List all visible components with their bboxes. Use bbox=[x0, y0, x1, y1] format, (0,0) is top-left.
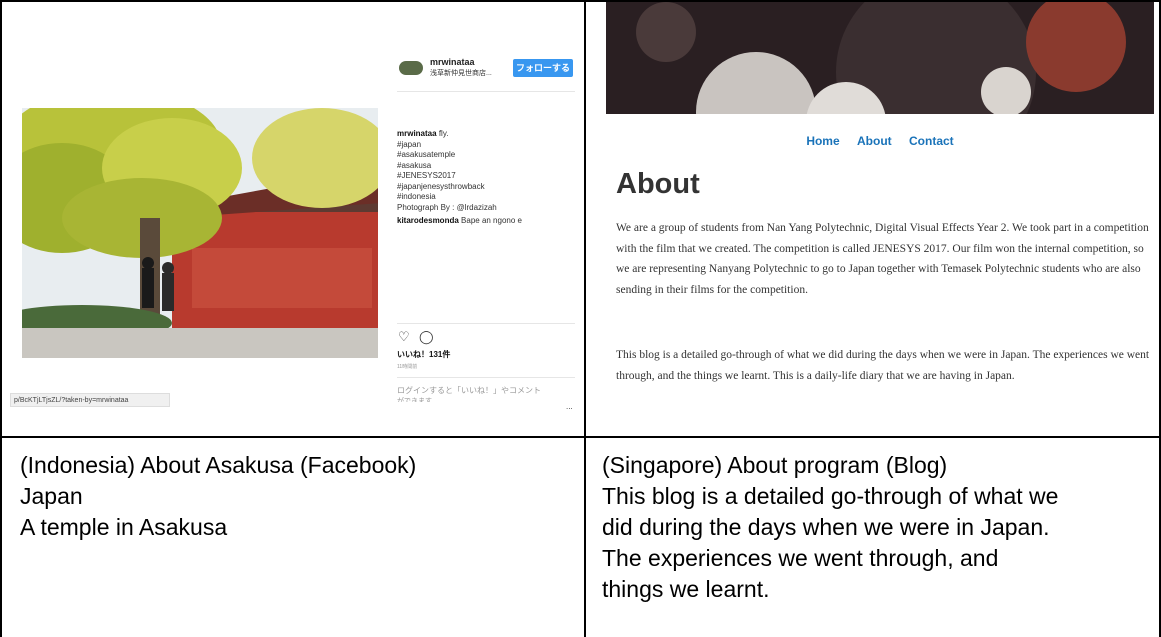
caption-line: (Singapore) About program (Blog) bbox=[602, 452, 948, 478]
nav-contact[interactable]: Contact bbox=[909, 134, 954, 148]
instagram-location[interactable]: 浅草新仲見世商店... bbox=[430, 68, 492, 78]
caption-line: The experiences we went through, and bbox=[602, 545, 999, 571]
blog-page: Home About Contact About We are a group … bbox=[606, 2, 1154, 434]
blog-paragraph: We are a group of students from Nan Yang… bbox=[616, 222, 1149, 296]
caption-text: (Indonesia) About Asakusa (Facebook) Jap… bbox=[20, 450, 416, 543]
hashtag[interactable]: #JENESYS2017 bbox=[397, 171, 522, 182]
divider bbox=[397, 323, 575, 324]
caption-username[interactable]: mrwinataa bbox=[397, 129, 437, 138]
photo-credit: Photograph By : @lrdazizah bbox=[397, 202, 497, 212]
caption-line: did during the days when we were in Japa… bbox=[602, 514, 1050, 540]
blog-paragraph: This blog is a detailed go-through of wh… bbox=[616, 349, 1150, 382]
caption-first-text: fly. bbox=[438, 129, 449, 138]
instagram-post: mrwinataa 浅草新仲見世商店... フォローする mrwinataa f… bbox=[10, 47, 579, 411]
post-time: 11時間前 bbox=[397, 364, 418, 370]
login-prompt-tail: ができます bbox=[397, 398, 432, 402]
cell-instagram-screenshot: mrwinataa 浅草新仲見世商店... フォローする mrwinataa f… bbox=[0, 0, 586, 438]
hashtag[interactable]: #asakusatemple bbox=[397, 150, 522, 161]
cell-blog-screenshot: Home About Contact About We are a group … bbox=[584, 0, 1161, 438]
page-title: About bbox=[616, 168, 700, 200]
comment-icon[interactable]: ◯ bbox=[419, 329, 434, 345]
caption-text: (Singapore) About program (Blog) This bl… bbox=[602, 450, 1058, 605]
follow-button[interactable]: フォローする bbox=[513, 59, 573, 77]
hashtag[interactable]: #indonesia bbox=[397, 192, 522, 203]
status-url-bar: p/BcKTjLTjsZL/?taken-by=mrwinataa bbox=[10, 393, 170, 407]
blog-hero-image bbox=[606, 2, 1154, 114]
caption-line: Japan bbox=[20, 483, 83, 509]
divider bbox=[397, 377, 575, 378]
login-prompt-line: ログインすると「いいね！」やコメント bbox=[397, 386, 541, 395]
divider bbox=[397, 91, 575, 92]
cell-singapore-caption: (Singapore) About program (Blog) This bl… bbox=[584, 436, 1161, 637]
hashtag[interactable]: #japanjenesysthrowback bbox=[397, 182, 522, 193]
hashtag[interactable]: #asakusa bbox=[397, 161, 522, 172]
blog-nav: Home About Contact bbox=[606, 134, 1154, 148]
nav-home[interactable]: Home bbox=[806, 134, 839, 148]
hashtag[interactable]: #japan bbox=[397, 140, 522, 151]
avatar[interactable] bbox=[399, 61, 423, 75]
instagram-username[interactable]: mrwinataa bbox=[430, 57, 475, 67]
more-options-icon[interactable]: ... bbox=[566, 402, 573, 411]
nav-about[interactable]: About bbox=[857, 134, 892, 148]
temple-photo-image bbox=[22, 108, 378, 358]
heart-icon[interactable]: ♡ bbox=[398, 329, 410, 345]
temple-photo bbox=[22, 108, 378, 358]
caption-line: (Indonesia) About Asakusa (Facebook) bbox=[20, 452, 417, 478]
instagram-caption: mrwinataa fly. #japan #asakusatemple #as… bbox=[397, 129, 522, 227]
comparison-table: mrwinataa 浅草新仲見世商店... フォローする mrwinataa f… bbox=[0, 0, 1161, 637]
comment-username[interactable]: kitarodesmonda bbox=[397, 216, 459, 225]
caption-line: things we learnt. bbox=[602, 576, 770, 602]
like-count: いいね！131件 bbox=[397, 350, 451, 359]
caption-line: A temple in Asakusa bbox=[20, 514, 228, 540]
caption-line: This blog is a detailed go-through of wh… bbox=[602, 483, 1059, 509]
hero-image bbox=[606, 2, 1154, 114]
cell-indonesia-caption: (Indonesia) About Asakusa (Facebook) Jap… bbox=[0, 436, 586, 637]
comment-text: Bape an ngono e bbox=[461, 216, 522, 225]
instagram-sidebar: mrwinataa 浅草新仲見世商店... フォローする mrwinataa f… bbox=[397, 47, 577, 411]
login-prompt[interactable]: ログインすると「いいね！」やコメント ができます bbox=[397, 385, 541, 402]
